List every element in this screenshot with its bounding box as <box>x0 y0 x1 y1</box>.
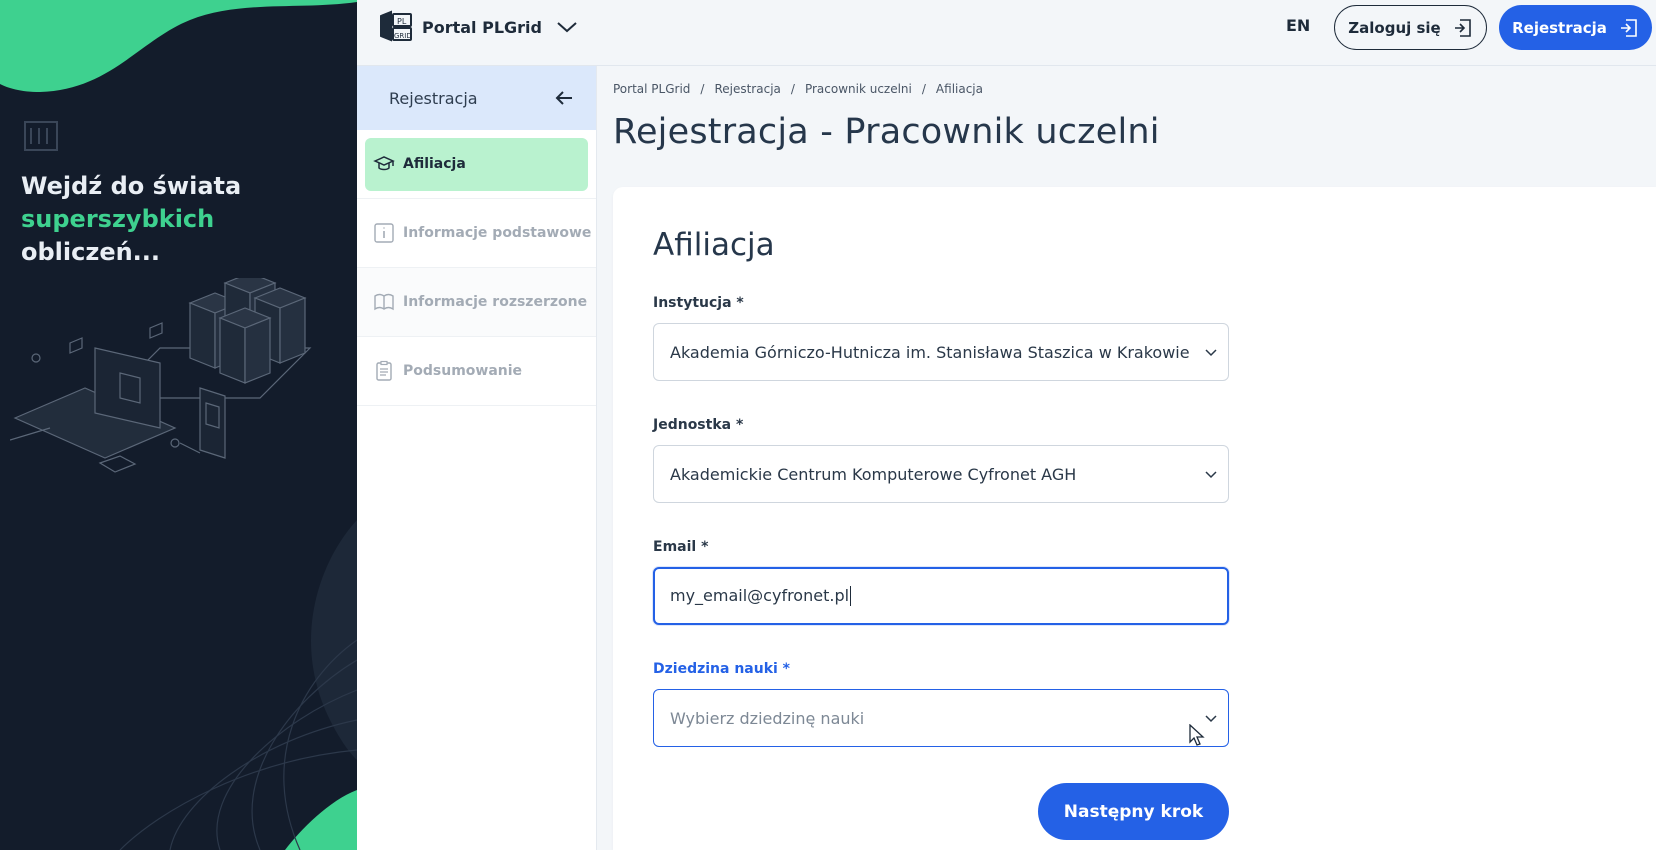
step-label: Afiliacja <box>403 156 466 172</box>
step-active-pill: Afiliacja <box>365 137 588 191</box>
brand-name: Portal PLGrid <box>422 17 542 37</box>
plgrid-logo-icon <box>24 121 58 151</box>
register-button[interactable]: Rejestracja <box>1499 5 1652 50</box>
top-bar: PL GRID Portal PLGrid EN Zaloguj się Rej… <box>357 0 1656 66</box>
chevron-down-icon <box>1205 715 1217 723</box>
breadcrumb-item[interactable]: Rejestracja <box>714 82 780 96</box>
step-label: Informacje podstawowe <box>403 225 592 241</box>
hero-panel: Wejdź do świata superszybkich obliczeń..… <box>0 0 357 850</box>
stepper-title: Rejestracja <box>389 88 478 108</box>
hero-headline: Wejdź do świata superszybkich obliczeń..… <box>21 170 341 269</box>
science-field-placeholder: Wybierz dziedzinę nauki <box>670 708 865 728</box>
step-label: Informacje rozszerzone <box>403 294 588 310</box>
step-label: Podsumowanie <box>403 363 523 379</box>
breadcrumb-separator: / <box>700 82 705 96</box>
section-title: Afiliacja <box>653 227 775 263</box>
step-informacje-rozszerzone: Informacje rozszerzone <box>357 268 596 337</box>
breadcrumb: Portal PLGrid / Rejestracja / Pracownik … <box>613 82 983 96</box>
arrow-left-icon[interactable] <box>554 89 574 107</box>
institution-value: Akademia Górniczo-Hutnicza im. Stanisław… <box>670 342 1190 362</box>
chevron-down-icon[interactable] <box>556 20 578 34</box>
brand-menu[interactable]: PL GRID Portal PLGrid <box>377 10 578 44</box>
email-text: my_email@cyfronet.pl <box>670 585 850 605</box>
institution-label: Instytucja * <box>653 295 744 311</box>
text-cursor <box>850 586 852 607</box>
mouse-pointer-icon <box>1189 724 1205 746</box>
chevron-down-icon <box>1205 349 1217 357</box>
unit-value: Akademickie Centrum Komputerowe Cyfronet… <box>670 464 1077 484</box>
sign-in-icon <box>1454 18 1471 37</box>
science-field-label: Dziedzina nauki * <box>653 661 791 677</box>
login-button-label: Zaloguj się <box>1348 18 1441 37</box>
breadcrumb-separator: / <box>790 82 795 96</box>
breadcrumb-item[interactable]: Portal PLGrid <box>613 82 690 96</box>
sign-in-icon <box>1620 18 1637 37</box>
info-icon <box>374 223 394 243</box>
breadcrumb-item-current: Afiliacja <box>935 82 983 96</box>
step-afiliacja[interactable]: Afiliacja <box>357 130 596 199</box>
language-switch[interactable]: EN <box>1286 16 1310 35</box>
science-field-select[interactable]: Wybierz dziedzinę nauki <box>653 689 1229 747</box>
register-button-label: Rejestracja <box>1512 18 1607 37</box>
unit-label: Jednostka * <box>653 417 744 433</box>
page-title: Rejestracja - Pracownik uczelni <box>613 112 1160 152</box>
hero-headline-line3: obliczeń... <box>21 238 161 266</box>
email-label: Email * <box>653 539 709 555</box>
unit-select[interactable]: Akademickie Centrum Komputerowe Cyfronet… <box>653 445 1229 503</box>
form-card: Afiliacja Instytucja * Akademia Górniczo… <box>613 187 1656 850</box>
book-icon <box>374 293 394 311</box>
institution-select[interactable]: Akademia Górniczo-Hutnicza im. Stanisław… <box>653 323 1229 381</box>
svg-text:PL: PL <box>397 17 407 26</box>
next-step-button[interactable]: Następny krok <box>1038 783 1229 840</box>
email-field[interactable]: my_email@cyfronet.pl <box>653 567 1229 625</box>
datacenter-illustration <box>10 278 312 473</box>
svg-text:GRID: GRID <box>394 32 412 40</box>
login-button[interactable]: Zaloguj się <box>1334 5 1487 50</box>
plgrid-logo-icon: PL GRID <box>380 10 412 42</box>
hero-headline-line1: Wejdź do świata <box>21 172 242 200</box>
hero-headline-accent: superszybkich <box>21 205 215 233</box>
graduation-cap-icon <box>373 156 395 171</box>
step-informacje-podstawowe: Informacje podstawowe <box>357 199 596 268</box>
breadcrumb-separator: / <box>921 82 926 96</box>
step-podsumowanie: Podsumowanie <box>357 337 596 406</box>
clipboard-icon <box>376 360 392 381</box>
breadcrumb-item[interactable]: Pracownik uczelni <box>805 82 912 96</box>
email-value: my_email@cyfronet.pl <box>670 586 1227 607</box>
chevron-down-icon <box>1205 471 1217 479</box>
stepper-header: Rejestracja <box>357 66 596 130</box>
registration-stepper: Rejestracja Afiliacja Informacje podstaw… <box>357 66 597 850</box>
